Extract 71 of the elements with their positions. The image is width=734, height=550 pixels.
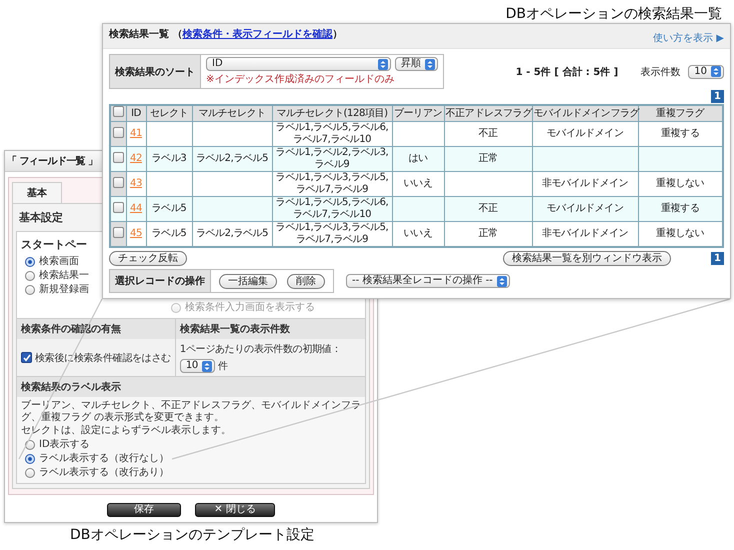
operations-label: 選択レコードの操作: [110, 270, 211, 292]
column-header: 不正アドレスフラグ: [444, 105, 532, 122]
page-number[interactable]: 1: [711, 252, 724, 265]
radio-button[interactable]: [25, 271, 35, 281]
tab[interactable]: 基本: [12, 182, 62, 203]
invert-check-button[interactable]: チェック反転: [109, 251, 187, 266]
option-label: ラベル表示する（改行あり）: [39, 467, 169, 479]
checkbox[interactable]: [113, 126, 124, 138]
table-cell: ラベル1,ラベル2,ラベル3,ラベル9: [272, 146, 392, 172]
figure-caption: DBオペレーションのテンプレート設定: [70, 527, 314, 543]
sort-field-select[interactable]: ID: [206, 57, 391, 71]
help-link[interactable]: 使い方を表示 ▶: [653, 31, 724, 45]
column-header: マルチセレクト(128項目): [272, 105, 392, 122]
radio-button[interactable]: [25, 257, 35, 267]
field-label: 1ページあたりの表示件数の初期値：: [180, 342, 342, 356]
checkbox[interactable]: [113, 106, 124, 117]
checkbox[interactable]: [113, 152, 124, 162]
per-page-label: 表示件数: [640, 66, 680, 78]
table-cell: 不正: [444, 196, 532, 222]
table-cell: 重複する: [638, 196, 723, 222]
updown-arrows-icon: [202, 360, 212, 372]
option-label: 新規登録画: [39, 284, 89, 296]
column-header: 重複フラグ: [638, 105, 723, 122]
conditions-link[interactable]: 検索条件・表示フィールドを確認: [182, 29, 332, 40]
checkbox[interactable]: [113, 226, 124, 238]
column-header: セレクト: [146, 105, 192, 122]
table-cell: はい: [392, 146, 444, 172]
option-label: 検索画面: [39, 256, 79, 268]
checkbox[interactable]: [21, 352, 32, 363]
column-header: ID: [126, 105, 146, 122]
card-title: 基本設定: [19, 210, 63, 225]
section-heading: スタートペー: [21, 237, 87, 252]
figure-caption: DBオペレーションの検索結果一覧: [506, 6, 722, 22]
operation-button[interactable]: 削除: [287, 274, 325, 288]
table-cell: モバイルドメイン: [532, 196, 638, 222]
table-cell: ラベル5: [146, 196, 192, 222]
radio-button[interactable]: [25, 468, 35, 478]
table-cell: 正常: [444, 146, 532, 172]
index-note: ※インデックス作成済みのフィールドのみ: [206, 72, 396, 86]
table-cell: ラベル2,ラベル5: [192, 146, 272, 172]
close-button[interactable]: ✕ 閉じる: [195, 503, 275, 517]
checkbox[interactable]: [113, 176, 124, 188]
all-records-select[interactable]: -- 検索結果全レコードの操作 --: [346, 274, 510, 288]
updown-arrows-icon: [711, 66, 721, 77]
result-count: 1 - 5件 [ 合計 : 5件 ]: [516, 66, 618, 78]
panel-heading: 検索結果一覧 （検索条件・表示フィールドを確認）: [109, 28, 342, 41]
option-label: ID表示する: [39, 439, 90, 451]
per-page-select[interactable]: 10: [688, 64, 724, 78]
updown-arrows-icon: [425, 58, 435, 70]
open-window-button[interactable]: 検索結果一覧を別ウィンドウ表示: [503, 251, 671, 266]
operation-button[interactable]: 一括編集: [219, 274, 277, 288]
option-label: 検索結果一: [39, 270, 89, 282]
save-button[interactable]: 保存: [107, 503, 182, 517]
sort-label: 検索結果のソート: [110, 55, 201, 88]
table-cell: ラベル1,ラベル5,ラベル6,ラベル7,ラベル10: [272, 196, 392, 222]
checkbox[interactable]: [113, 202, 124, 212]
column-header: ブーリアン: [392, 105, 444, 122]
section-heading: 検索結果一覧の表示件数: [174, 319, 365, 339]
updown-arrows-icon: [378, 58, 388, 70]
unit-label: 件: [218, 360, 228, 373]
option-label: 検索条件入力画面を表示する: [185, 302, 315, 314]
sort-order-select[interactable]: 昇順: [395, 57, 438, 71]
per-page-select[interactable]: 10: [180, 359, 215, 373]
radio-button[interactable]: [25, 454, 35, 464]
column-header: マルチセレクト: [192, 105, 272, 122]
option-label: ラベル表示する（改行なし）: [39, 453, 169, 465]
column-header: モバイルドメインフラグ: [532, 105, 638, 122]
updown-arrows-icon: [496, 276, 507, 286]
page-number[interactable]: 1: [711, 90, 724, 103]
radio-button[interactable]: [25, 285, 35, 295]
table-cell: ラベル3: [146, 146, 192, 172]
